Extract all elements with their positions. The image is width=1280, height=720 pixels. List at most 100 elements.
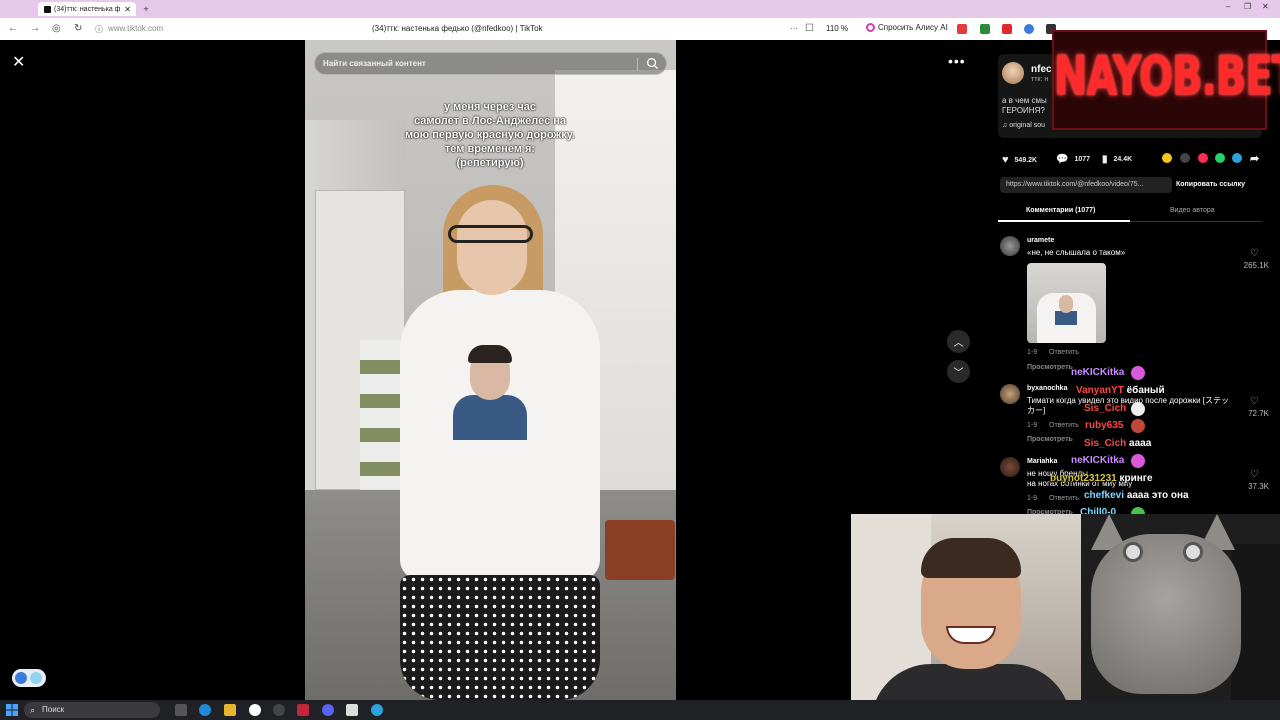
browser-tab-bar: (34)ттк: настенька ф ✕ + – ❐ ✕ — [0, 0, 1280, 18]
app-icon[interactable] — [297, 704, 309, 716]
save-button[interactable]: ▮ 24.4K — [1102, 154, 1132, 165]
chat-message: neKICKitka — [1071, 455, 1124, 466]
avatar[interactable] — [1000, 384, 1020, 404]
video-link-field[interactable]: https://www.tiktok.com/@nfedkoo/video/75… — [1000, 177, 1172, 193]
tiktok-favicon-icon — [44, 5, 51, 13]
chat-message: VanyanYT ёбаный — [1076, 385, 1165, 396]
video-player[interactable]: Найти связанный контент у меня через час… — [305, 40, 676, 700]
comment-author[interactable]: Mariahka — [1027, 458, 1057, 465]
browser-tab[interactable]: (34)ттк: настенька ф ✕ — [38, 2, 136, 16]
tab-comments[interactable]: Комментарии (1077) — [1026, 207, 1095, 214]
chat-user: neKICKitka — [1071, 367, 1125, 378]
whatsapp-icon[interactable] — [1215, 153, 1225, 163]
heart-icon[interactable]: ♡ — [1250, 396, 1259, 407]
comment-date: 1-9 — [1027, 495, 1038, 502]
obs-icon[interactable] — [273, 704, 285, 716]
coin-icon[interactable] — [1162, 153, 1172, 163]
reply-button[interactable]: Ответить — [1049, 349, 1079, 356]
app-icon[interactable] — [346, 704, 358, 716]
zoom-level[interactable]: 110 % — [826, 24, 848, 33]
comment-like-count: 72.7K — [1248, 409, 1269, 418]
share-icon[interactable]: ➦ — [1250, 152, 1259, 165]
search-icon[interactable] — [646, 57, 659, 70]
chat-user: neKICKitka — [1071, 455, 1125, 466]
heart-icon[interactable]: ♡ — [1250, 248, 1259, 259]
discord-icon[interactable] — [322, 704, 334, 716]
telegram-icon[interactable] — [371, 704, 383, 716]
avatar[interactable] — [1000, 236, 1020, 256]
comment-image[interactable] — [1027, 263, 1106, 343]
windows-taskbar: Поиск ⌕ — [0, 700, 1280, 720]
close-icon[interactable]: ✕ — [12, 52, 25, 72]
view-replies[interactable]: Просмотреть — [1027, 436, 1073, 443]
comment-text: «не, не слышала о таком» — [1027, 248, 1126, 257]
chat-message: neKICKitka — [1071, 367, 1124, 378]
assistant-bubble[interactable] — [12, 669, 46, 687]
previous-video-button[interactable]: ︿ — [947, 330, 970, 353]
url-field[interactable]: www.tiktok.com — [108, 24, 163, 33]
ask-alice-button[interactable]: Спросить Алису AI — [866, 23, 948, 32]
view-replies[interactable]: Просмотреть — [1027, 364, 1073, 371]
new-tab-button[interactable]: + — [140, 2, 152, 16]
related-content-search[interactable]: Найти связанный контент — [314, 52, 667, 75]
chat-message: buynot231231 кринге — [1050, 473, 1153, 484]
comment-count: 1077 — [1074, 156, 1091, 163]
restore-icon[interactable]: ❐ — [1244, 2, 1251, 11]
extension-icon[interactable] — [957, 24, 967, 34]
comment-date: 1-9 — [1027, 349, 1038, 356]
site-info-icon[interactable]: ⓘ — [95, 24, 103, 35]
search-icon: ⌕ — [30, 705, 36, 715]
more-options-icon[interactable]: ••• — [948, 53, 966, 69]
comment-button[interactable]: 💬 1077 — [1056, 154, 1090, 165]
minimize-icon[interactable]: – — [1226, 2, 1230, 11]
comment-author[interactable]: uramete — [1027, 237, 1054, 244]
heart-icon[interactable]: ♡ — [1250, 469, 1259, 480]
more-icon[interactable]: ··· — [790, 24, 798, 33]
chat-user: Sis_Cich — [1084, 438, 1127, 449]
task-view-icon[interactable] — [175, 704, 187, 716]
yandex-browser-icon[interactable] — [249, 704, 261, 716]
close-window-icon[interactable]: ✕ — [1262, 2, 1269, 11]
status-icon — [30, 672, 42, 684]
streamer-webcam — [851, 514, 1081, 720]
comment-icon: 💬 — [1056, 154, 1069, 165]
avatar[interactable] — [1002, 62, 1024, 84]
like-button[interactable]: ♥ 549.2K — [1002, 154, 1037, 166]
comment-date: 1-9 — [1027, 422, 1038, 429]
avatar[interactable] — [1000, 457, 1020, 477]
assistant-icon — [15, 672, 27, 684]
comment-author[interactable]: byxanochka — [1027, 385, 1067, 392]
comment-text: Тимати когда увидел это видио после доро… — [1027, 396, 1230, 415]
author-name[interactable]: nfec — [1031, 64, 1052, 75]
chat-message: Sis_Cich — [1084, 403, 1126, 414]
reply-button[interactable]: Ответить — [1049, 495, 1079, 502]
copy-link-button[interactable]: Копировать ссылку — [1176, 181, 1245, 188]
home-icon[interactable]: ◎ — [52, 23, 61, 34]
edge-icon[interactable] — [199, 704, 211, 716]
video-caption: у меня через час самолет в Лос-Анджелес … — [405, 101, 575, 169]
extension-icon[interactable] — [1002, 24, 1012, 34]
extension-icon[interactable] — [980, 24, 990, 34]
close-tab-icon[interactable]: ✕ — [124, 5, 131, 14]
bookmark-icon[interactable]: ☐ — [805, 23, 814, 34]
windows-start-icon[interactable] — [6, 704, 18, 716]
back-icon[interactable]: ← — [8, 23, 18, 34]
page-title: (34)ттк: настенька федько (@nfedkoo) | T… — [372, 24, 543, 33]
forward-icon[interactable]: → — [30, 23, 40, 34]
music-link[interactable]: ♫ original sou — [1002, 122, 1045, 129]
embed-icon[interactable] — [1180, 153, 1190, 163]
alice-icon — [866, 23, 875, 32]
comment-like-count: 265.1K — [1243, 261, 1269, 270]
bookmark-icon: ▮ — [1102, 154, 1108, 165]
reply-button[interactable]: Ответить — [1049, 422, 1079, 429]
extension-icon[interactable] — [1024, 24, 1034, 34]
tab-author-videos[interactable]: Видео автора — [1170, 207, 1215, 214]
next-video-button[interactable]: ﹀ — [947, 360, 970, 383]
file-explorer-icon[interactable] — [224, 704, 236, 716]
like-count: 549.2K — [1014, 156, 1038, 164]
taskbar-search[interactable]: Поиск — [24, 702, 160, 718]
telegram-icon[interactable] — [1232, 153, 1242, 163]
chat-user: ruby635 — [1085, 420, 1124, 431]
reload-icon[interactable]: ↻ — [74, 23, 82, 34]
send-icon[interactable] — [1198, 153, 1208, 163]
